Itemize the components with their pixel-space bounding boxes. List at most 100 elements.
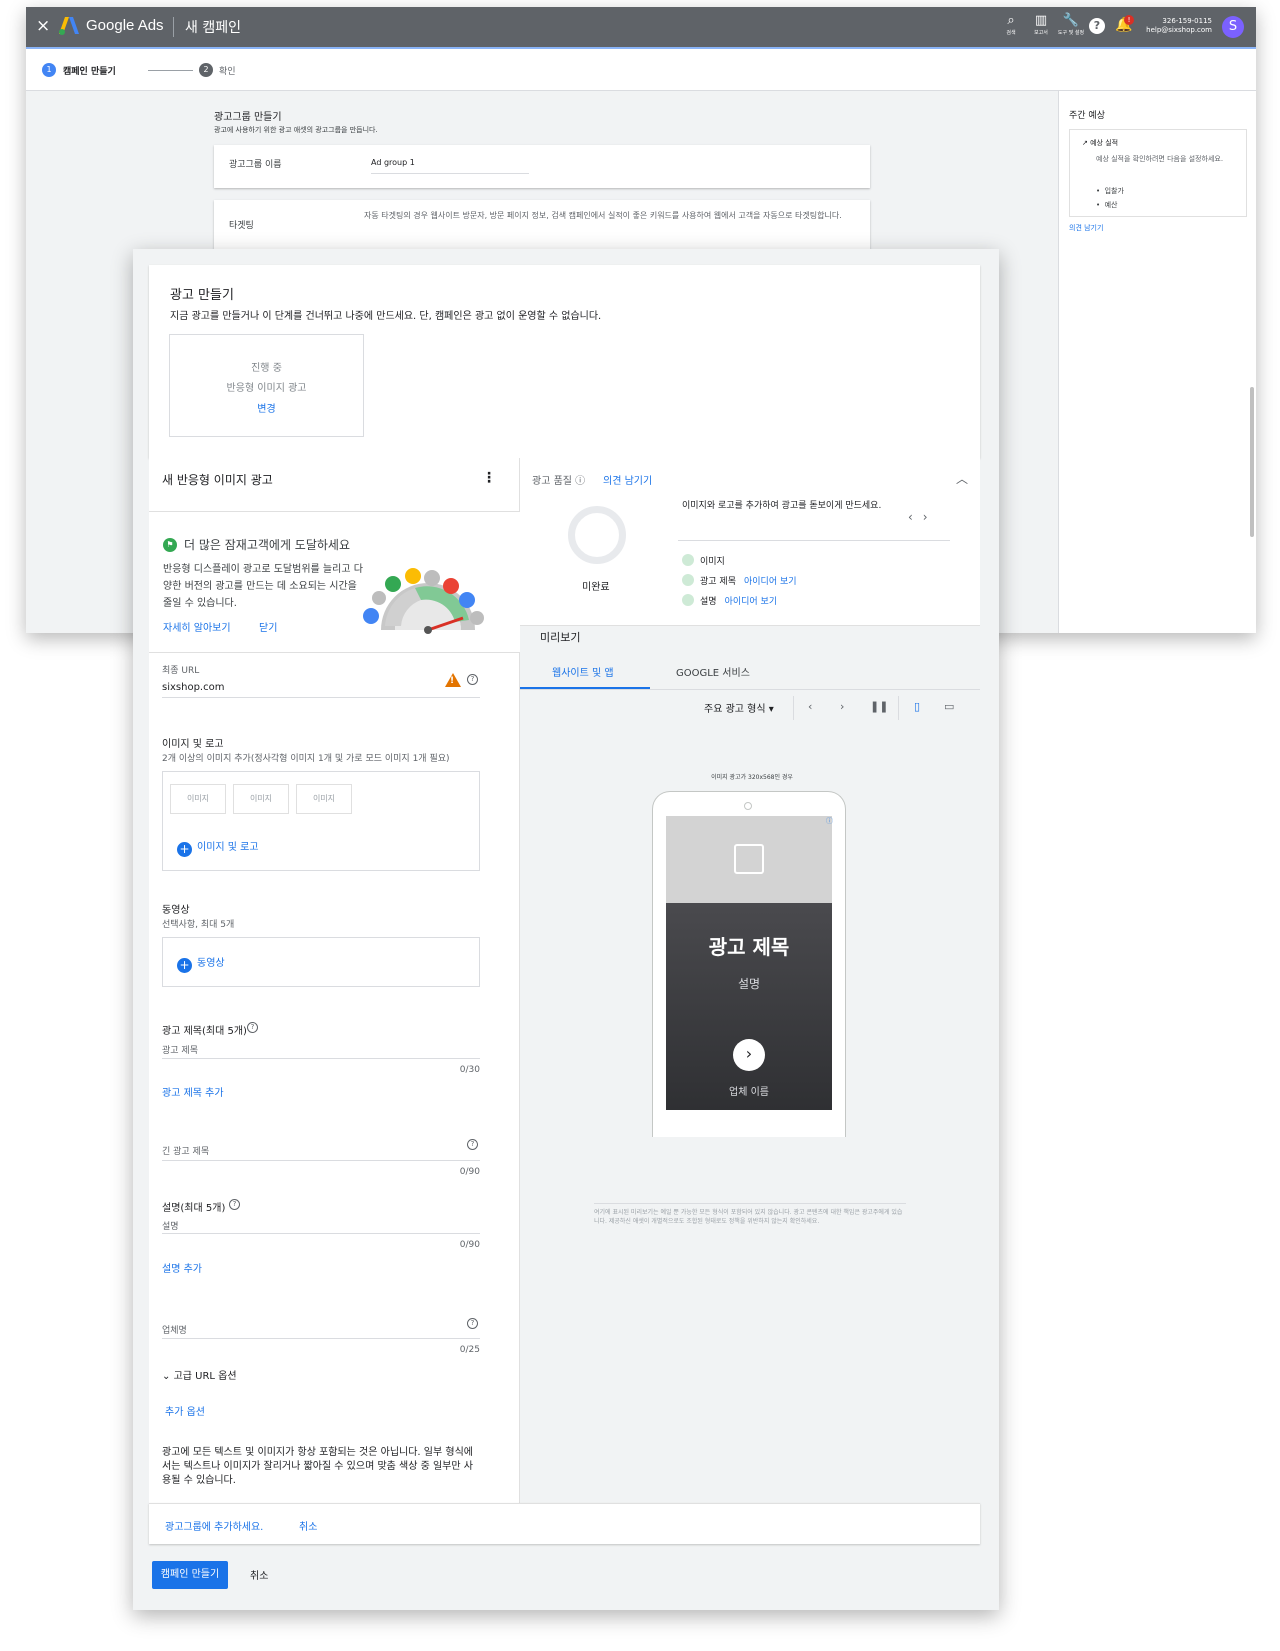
performance-heading: ↗ 예상 실적 bbox=[1082, 139, 1119, 147]
phone-frame: ⓘ 광고 제목 설명 › 업체 이름 bbox=[652, 791, 846, 1137]
divider bbox=[173, 17, 174, 37]
editor-title: 새 반응형 이미지 광고 bbox=[162, 473, 273, 487]
add-images-label: 이미지 및 로고 bbox=[197, 842, 259, 853]
tab-websites-apps[interactable]: 웹사이트 및 앱 bbox=[552, 664, 614, 679]
ad-type: 반응형 이미지 광고 bbox=[226, 383, 307, 394]
status-dot bbox=[682, 554, 694, 566]
notification-badge: ! bbox=[1124, 15, 1134, 25]
arrow-right-icon: › bbox=[733, 1039, 765, 1071]
status-dot bbox=[682, 594, 694, 606]
tools-button[interactable]: 🔧 도구 및 설정 bbox=[1056, 13, 1086, 36]
desc-underline bbox=[162, 1233, 480, 1234]
add-headline-link[interactable]: 광고 제목 추가 bbox=[162, 1084, 224, 1099]
create-campaign-button[interactable]: 캠페인 만들기 bbox=[152, 1561, 228, 1589]
account-info[interactable]: 326-159-0115 help@sixshop.com bbox=[1146, 17, 1212, 35]
tab-google-services[interactable]: GOOGLE 서비스 bbox=[676, 664, 750, 679]
bid-label: 입찰가 bbox=[1104, 187, 1124, 195]
close-promo-link[interactable]: 닫기 bbox=[259, 619, 277, 634]
image-slot[interactable]: 이미지 bbox=[296, 784, 352, 814]
top-app-bar: × Google Ads 새 캠페인 ⌕ 검색 ▥ 보고서 🔧 도구 및 설정 … bbox=[26, 7, 1256, 47]
help-icon[interactable]: ? bbox=[229, 1199, 240, 1210]
ideas-link[interactable]: 아이디어 보기 bbox=[744, 577, 797, 587]
quality-ring bbox=[568, 506, 626, 564]
final-url-input[interactable]: sixshop.com bbox=[162, 682, 224, 693]
tools-icon: 🔧 bbox=[1062, 13, 1080, 28]
headline-underline bbox=[162, 1058, 480, 1059]
audience-gauge-illustration bbox=[363, 568, 484, 634]
help-icon[interactable]: ? bbox=[467, 1139, 478, 1150]
add-to-adgroup-button[interactable]: 광고그룹에 추가하세요. bbox=[165, 1518, 263, 1533]
account-email: help@sixshop.com bbox=[1146, 26, 1212, 34]
avatar[interactable]: S bbox=[1222, 16, 1244, 38]
long-headline-counter: 0/90 bbox=[459, 1167, 480, 1177]
step-2-label[interactable]: 확인 bbox=[219, 64, 236, 77]
more-options-link[interactable]: 추가 옵션 bbox=[165, 1403, 205, 1418]
business-counter: 0/25 bbox=[459, 1345, 480, 1355]
video-label: 동영상 bbox=[162, 905, 190, 916]
change-link[interactable]: 변경 bbox=[170, 400, 363, 415]
long-headline-underline bbox=[162, 1160, 480, 1161]
help-icon[interactable]: ? bbox=[247, 1022, 258, 1033]
cancel-button[interactable]: 취소 bbox=[299, 1518, 317, 1533]
help-icon[interactable]: ? bbox=[467, 674, 478, 685]
format-dropdown[interactable]: 주요 광고 형식 ▾ bbox=[704, 700, 774, 715]
collapse-icon[interactable]: ︿ bbox=[956, 470, 968, 487]
images-label: 이미지 및 로고 bbox=[162, 739, 224, 750]
help-icon[interactable]: ? bbox=[467, 1318, 478, 1329]
learn-more-link[interactable]: 자세히 알아보기 bbox=[163, 619, 231, 634]
images-box: 이미지 이미지 이미지 + 이미지 및 로고 bbox=[162, 771, 480, 871]
preview-title: 미리보기 bbox=[540, 631, 581, 644]
step-1-label[interactable]: 캠페인 만들기 bbox=[63, 64, 116, 77]
ad-preview-title: 광고 제목 bbox=[708, 935, 790, 959]
ad-create-title: 광고 만들기 bbox=[170, 288, 234, 303]
ad-body: 광고 제목 설명 › 업체 이름 bbox=[666, 903, 832, 1110]
long-headline-input[interactable]: 긴 광고 제목 bbox=[162, 1144, 209, 1157]
url-underline bbox=[162, 697, 480, 698]
headline-input[interactable]: 광고 제목 bbox=[162, 1043, 198, 1056]
desc-input[interactable]: 설명 bbox=[162, 1219, 179, 1232]
performance-box: ↗ 예상 실적 예상 실적을 확인하려면 다음을 설정하세요. • 입찰가 • … bbox=[1069, 129, 1247, 217]
ad-status: 진행 중 bbox=[251, 363, 282, 374]
google-ads-logo bbox=[59, 17, 79, 35]
ad-choices-icon: ⓘ bbox=[826, 817, 833, 825]
mobile-icon[interactable]: ▯ bbox=[914, 700, 920, 713]
divider bbox=[793, 696, 794, 720]
tip-nav-icons[interactable]: ‹› bbox=[908, 510, 938, 524]
bid-item: • 입찰가 bbox=[1096, 187, 1124, 195]
feedback-link[interactable]: 의견 남기기 bbox=[1069, 223, 1103, 233]
more-menu-icon[interactable]: ⋮ bbox=[482, 470, 496, 486]
pause-icon[interactable]: ❚❚ bbox=[870, 700, 888, 713]
add-video-button[interactable]: + 동영상 bbox=[177, 954, 225, 973]
ad-type-card[interactable]: 진행 중 반응형 이미지 광고 변경 bbox=[169, 334, 364, 437]
next-icon[interactable]: › bbox=[840, 700, 844, 713]
promo-heading: 더 많은 잠재고객에게 도달하세요 bbox=[184, 538, 351, 552]
flag-icon: ⚑ bbox=[163, 538, 177, 552]
step-1-number: 1 bbox=[42, 63, 56, 77]
desktop-icon[interactable]: ▭ bbox=[944, 700, 954, 713]
search-button[interactable]: ⌕ 검색 bbox=[996, 13, 1026, 36]
step-connector bbox=[148, 70, 193, 71]
image-slot[interactable]: 이미지 bbox=[233, 784, 289, 814]
images-hint: 2개 이상의 이미지 추가(정사각형 이미지 1개 및 가로 모드 이미지 1개… bbox=[162, 754, 450, 764]
quality-title-text: 광고 품질 bbox=[532, 476, 572, 487]
cancel-campaign-button[interactable]: 취소 bbox=[250, 1567, 268, 1582]
help-icon[interactable]: ? bbox=[1089, 18, 1105, 34]
close-icon[interactable]: × bbox=[36, 16, 50, 36]
add-images-button[interactable]: + 이미지 및 로고 bbox=[177, 838, 259, 857]
adgroup-name-label: 광고그룹 이름 bbox=[229, 160, 282, 170]
ideas-link[interactable]: 아이디어 보기 bbox=[725, 597, 778, 607]
advanced-url-toggle[interactable]: ⌄ 고급 URL 옵션 bbox=[162, 1367, 237, 1382]
account-id: 326-159-0115 bbox=[1162, 17, 1212, 25]
tools-label: 도구 및 설정 bbox=[1057, 30, 1085, 36]
reports-button[interactable]: ▥ 보고서 bbox=[1026, 13, 1056, 36]
add-desc-link[interactable]: 설명 추가 bbox=[162, 1260, 202, 1275]
plus-icon: + bbox=[177, 958, 192, 973]
weekly-estimate-panel: 주간 예상 ↗ 예상 실적 예상 실적을 확인하려면 다음을 설정하세요. • … bbox=[1058, 91, 1256, 633]
preview-controls: 주요 광고 형식 ▾ ‹ › ❚❚ ▯ ▭ bbox=[520, 690, 980, 725]
quality-feedback-link[interactable]: 의견 남기기 bbox=[603, 472, 652, 487]
prev-icon[interactable]: ‹ bbox=[808, 700, 812, 713]
scrollbar[interactable] bbox=[1250, 387, 1254, 537]
image-slot[interactable]: 이미지 bbox=[170, 784, 226, 814]
adgroup-name-input[interactable]: Ad group 1 bbox=[371, 158, 415, 167]
business-input[interactable]: 업체명 bbox=[162, 1323, 187, 1336]
